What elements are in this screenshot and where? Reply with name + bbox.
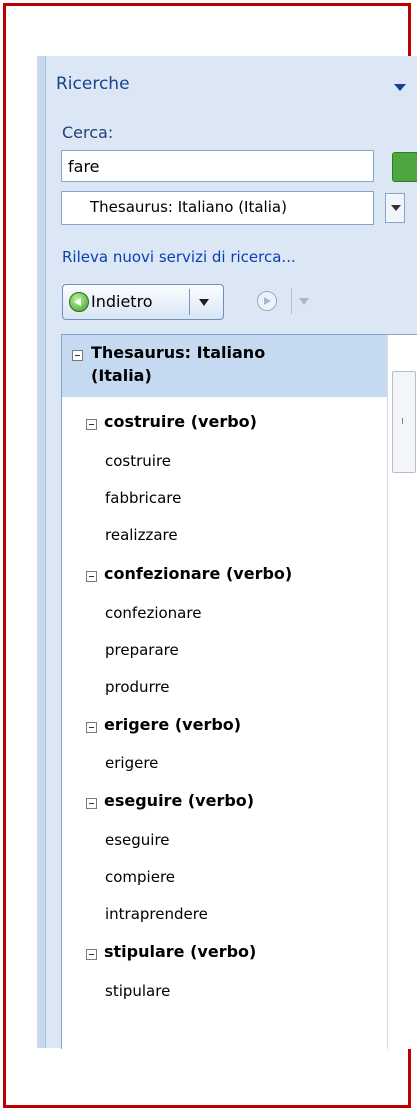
back-dropdown-icon[interactable] — [199, 299, 209, 306]
group-heading[interactable]: eseguire (verbo) — [104, 791, 254, 810]
group-heading[interactable]: costruire (verbo) — [104, 412, 257, 431]
back-button[interactable]: Indietro — [62, 284, 224, 320]
forward-dropdown-icon[interactable] — [299, 298, 309, 305]
back-button-separator — [189, 289, 190, 315]
synonym-item[interactable]: realizzare — [105, 526, 178, 544]
synonym-item[interactable]: erigere — [105, 754, 158, 772]
chevron-down-icon — [391, 205, 401, 211]
collapse-icon[interactable] — [86, 949, 97, 960]
collapse-icon[interactable] — [86, 419, 97, 430]
synonym-item[interactable]: preparare — [105, 641, 179, 659]
research-service-select[interactable]: Thesaurus: Italiano (Italia) — [61, 191, 374, 225]
synonym-item[interactable]: stipulare — [105, 982, 170, 1000]
pane-title-bar: Ricerche — [45, 62, 417, 98]
forward-button[interactable] — [253, 284, 337, 320]
more-services-link[interactable]: Rileva nuovi servizi di ricerca... — [62, 248, 296, 266]
synonym-item[interactable]: produrre — [105, 678, 170, 696]
back-arrow-icon — [69, 292, 89, 312]
pane-menu-arrow-icon[interactable] — [394, 84, 406, 91]
search-label: Cerca: — [62, 123, 114, 142]
results-panel: Thesaurus: Italiano (Italia) costruire (… — [61, 334, 417, 1049]
back-button-label: Indietro — [91, 292, 153, 311]
synonym-item[interactable]: intraprendere — [105, 905, 208, 923]
research-service-value: Thesaurus: Italiano (Italia) — [90, 198, 287, 216]
synonym-item[interactable]: fabbricare — [105, 489, 181, 507]
group-heading[interactable]: confezionare (verbo) — [104, 564, 292, 583]
synonym-item[interactable]: eseguire — [105, 831, 170, 849]
forward-arrow-icon — [257, 291, 277, 311]
synonym-item[interactable]: costruire — [105, 452, 171, 470]
search-input[interactable] — [61, 150, 374, 182]
scrollbar-thumb[interactable] — [392, 371, 416, 473]
pane-title: Ricerche — [56, 74, 130, 94]
service-dropdown-button[interactable] — [385, 193, 405, 223]
pane-resize-edge[interactable] — [37, 56, 46, 1048]
group-heading[interactable]: stipulare (verbo) — [104, 942, 256, 961]
synonym-item[interactable]: confezionare — [105, 604, 201, 622]
collapse-icon[interactable] — [86, 571, 97, 582]
synonym-item[interactable]: compiere — [105, 868, 175, 886]
collapse-icon[interactable] — [86, 722, 97, 733]
results-root-label: Thesaurus: Italiano — [91, 343, 266, 362]
forward-button-separator — [291, 288, 292, 314]
results-scrollbar[interactable] — [387, 335, 417, 1049]
group-heading[interactable]: erigere (verbo) — [104, 715, 241, 734]
collapse-icon[interactable] — [72, 350, 83, 361]
start-search-button[interactable] — [392, 152, 417, 182]
results-root-label-2: (Italia) — [91, 366, 152, 385]
scroll-grip-icon — [402, 418, 403, 424]
collapse-icon[interactable] — [86, 798, 97, 809]
